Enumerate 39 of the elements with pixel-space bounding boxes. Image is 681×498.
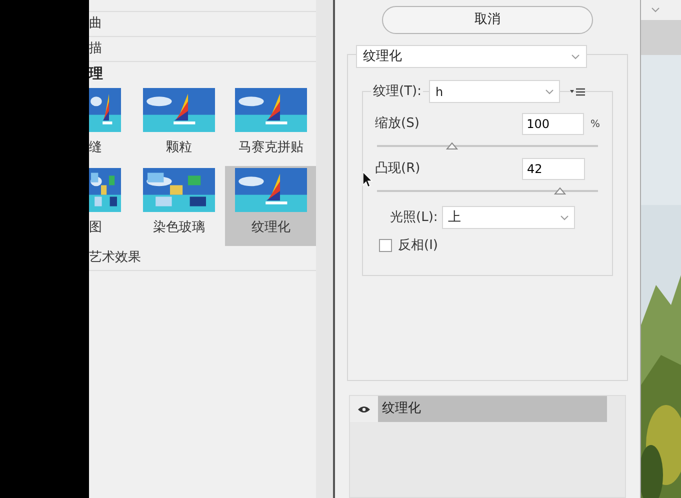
filter-tile[interactable]: 图 bbox=[89, 166, 133, 246]
slider-thumb[interactable] bbox=[554, 187, 566, 195]
filter-label: 颗粒 bbox=[166, 139, 192, 157]
category-label[interactable]: 描 bbox=[89, 39, 102, 59]
chevron-down-icon bbox=[560, 214, 569, 220]
filter-label: 纹理化 bbox=[252, 219, 290, 237]
chevron-down-icon bbox=[545, 88, 554, 94]
chevron-down-icon bbox=[571, 54, 580, 60]
category-label[interactable]: 理 bbox=[89, 64, 103, 84]
cursor-icon bbox=[362, 171, 373, 188]
filter-label: 缝 bbox=[89, 139, 102, 157]
light-select[interactable]: 上 bbox=[442, 206, 575, 229]
filter-label: 马赛克拼贴 bbox=[238, 139, 304, 157]
chevron-down-icon bbox=[651, 7, 660, 13]
filter-select[interactable]: 纹理化 bbox=[356, 45, 587, 68]
scaling-input[interactable]: 100 bbox=[522, 113, 584, 135]
cancel-button[interactable]: 取消 bbox=[382, 6, 593, 34]
filter-tile[interactable]: 染色玻璃 bbox=[133, 166, 225, 246]
filter-tile[interactable]: 缝 bbox=[89, 86, 133, 166]
menu-icon[interactable] bbox=[570, 88, 586, 96]
filter-tile[interactable]: 纹理化 bbox=[225, 166, 316, 246]
invert-label: 反相(I) bbox=[398, 237, 438, 255]
relief-input[interactable]: 42 bbox=[522, 158, 585, 180]
filter-label: 图 bbox=[89, 219, 102, 237]
filter-tile[interactable]: 马赛克拼贴 bbox=[225, 86, 316, 166]
texture-select[interactable]: h bbox=[429, 80, 560, 103]
light-label: 光照(L): bbox=[390, 208, 438, 227]
toolbar-strip bbox=[641, 20, 681, 55]
filter-tile[interactable]: 颗粒 bbox=[133, 86, 225, 166]
slider-thumb[interactable] bbox=[446, 142, 458, 150]
filter-label: 染色玻璃 bbox=[153, 219, 205, 237]
percent-sign: % bbox=[590, 118, 600, 132]
invert-checkbox[interactable] bbox=[379, 239, 392, 252]
eye-icon[interactable] bbox=[357, 404, 371, 414]
category-label[interactable]: 艺术效果 bbox=[89, 248, 141, 268]
effect-layer[interactable]: 纹理化 bbox=[378, 396, 607, 422]
category-label[interactable]: 曲 bbox=[89, 14, 102, 34]
relief-label: 凸现(R) bbox=[375, 160, 422, 178]
scaling-label: 缩放(S) bbox=[375, 115, 420, 134]
